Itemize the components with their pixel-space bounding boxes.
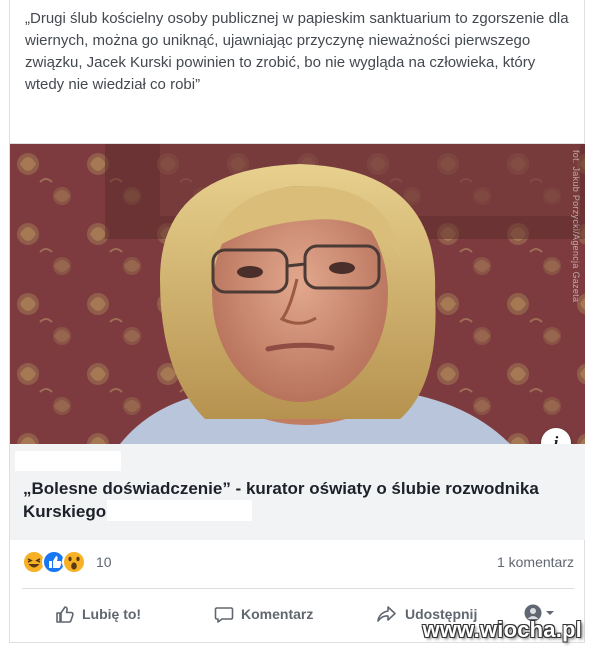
- haha-reaction-icon: [22, 550, 46, 574]
- redacted-domain: [15, 451, 121, 471]
- comment-icon: [214, 607, 234, 623]
- thumbs-up-icon: [56, 606, 74, 623]
- reaction-icons[interactable]: [22, 550, 96, 574]
- like-reaction-icon: [42, 550, 66, 574]
- share-arrow-icon: [377, 606, 396, 622]
- comment-button[interactable]: Komentarz: [214, 600, 313, 628]
- reaction-count[interactable]: 10: [96, 554, 112, 570]
- link-preview[interactable]: fot. Jakub Porzycki/Agencja Gazeta i „Bo…: [10, 143, 585, 540]
- link-caption-area[interactable]: „Bolesne doświadczenie” - kurator oświat…: [10, 444, 585, 540]
- divider: [22, 588, 574, 589]
- facebook-post-card: „Drugi ślub kościelny osoby publicznej w…: [9, 0, 585, 643]
- redacted-title-suffix: [107, 500, 253, 521]
- watermark-text: www.wiocha.pl: [422, 617, 582, 642]
- link-title-text[interactable]: „Bolesne doświadczenie” - kurator oświat…: [23, 479, 539, 521]
- reactions-bar: 10 1 komentarz: [22, 549, 574, 577]
- wow-reaction-icon: [62, 550, 86, 574]
- caret-down-icon: [546, 611, 554, 615]
- like-label[interactable]: Lubię to!: [82, 606, 141, 622]
- comment-label[interactable]: Komentarz: [241, 606, 313, 622]
- article-photo[interactable]: fot. Jakub Porzycki/Agencja Gazeta: [10, 144, 585, 444]
- like-button[interactable]: Lubię to!: [55, 600, 141, 628]
- link-title[interactable]: „Bolesne doświadczenie” - kurator oświat…: [23, 478, 563, 523]
- photo-credit: fot. Jakub Porzycki/Agencja Gazeta: [571, 150, 581, 303]
- comment-count[interactable]: 1 komentarz: [497, 554, 574, 570]
- post-text: „Drugi ślub kościelny osoby publicznej w…: [25, 10, 569, 93]
